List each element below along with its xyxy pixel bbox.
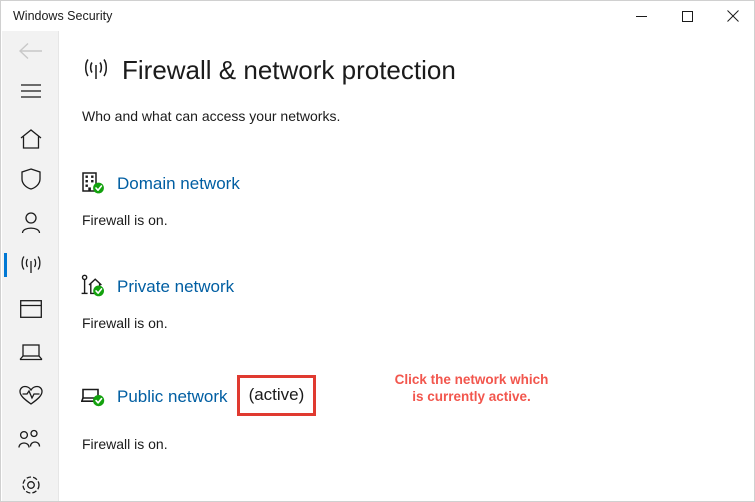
person-icon [21,212,40,234]
network-header: Public network (active) [81,375,317,417]
sidebar-item-virus-protection[interactable] [2,159,59,199]
windows-security-window: driver easy www.DriverEasy.com Windows S… [0,0,755,502]
annotation-line-1: Click the network which [394,372,549,387]
network-section-private: Private network Firewall is on. [81,274,234,333]
monitor-network-icon [81,384,109,410]
network-status-public: Firewall is on. [82,436,168,452]
network-section-public: Public network (active) Firewall is on. [81,375,317,454]
network-status-private: Firewall is on. [82,315,168,331]
shield-icon [20,168,41,190]
network-link-domain[interactable]: Domain network [117,172,240,196]
active-network-badge: (active) [236,375,317,416]
sidebar-item-family-options[interactable] [2,419,59,459]
wifi-signal-icon [85,59,107,79]
sidebar-item-back[interactable] [2,31,59,71]
home-icon [20,129,41,149]
wifi-signal-icon [20,256,41,273]
page-title: Firewall & network protection [122,55,456,85]
sidebar-item-settings[interactable] [2,465,59,501]
hamburger-menu-icon [20,84,41,98]
laptop-icon [19,344,42,361]
network-header: Private network [81,274,234,300]
sidebar-item-device-performance-health[interactable] [2,375,59,415]
page-header: Firewall & network protection [81,53,456,87]
sidebar-item-device-security[interactable] [2,333,59,373]
network-header: Domain network [81,171,240,197]
sidebar-item-firewall-network-protection[interactable] [2,245,59,285]
browser-window-icon [19,300,42,318]
sidebar-item-account-protection[interactable] [2,203,59,243]
annotation-line-2: is currently active. [412,389,531,404]
network-status-domain: Firewall is on. [82,212,168,228]
maximize-icon [681,10,693,22]
network-link-public[interactable]: Public network [117,385,228,409]
family-people-icon [17,429,40,448]
home-network-icon [81,274,109,300]
page-subtitle: Who and what can access your networks. [82,108,341,124]
sidebar-item-menu[interactable] [2,71,59,111]
sidebar-item-app-browser-control[interactable] [2,289,59,329]
network-section-domain: Domain network Firewall is on. [81,171,240,230]
network-link-private[interactable]: Private network [117,275,234,299]
back-arrow-icon [18,42,42,60]
close-icon [727,10,739,22]
main-content: Firewall & network protection Who and wh… [59,31,754,501]
office-building-icon [81,171,109,197]
sidebar-item-home[interactable] [2,119,59,159]
gear-icon [21,476,40,494]
minimize-button[interactable] [618,1,664,31]
heart-pulse-icon [18,385,43,405]
navigation-sidebar [2,31,59,501]
window-title: Windows Security [13,9,113,23]
annotation-callout: Click the network which is currently act… [354,371,589,405]
minimize-icon [635,15,647,17]
title-bar: Windows Security [1,1,754,31]
maximize-button[interactable] [664,1,710,31]
close-button[interactable] [710,1,754,31]
